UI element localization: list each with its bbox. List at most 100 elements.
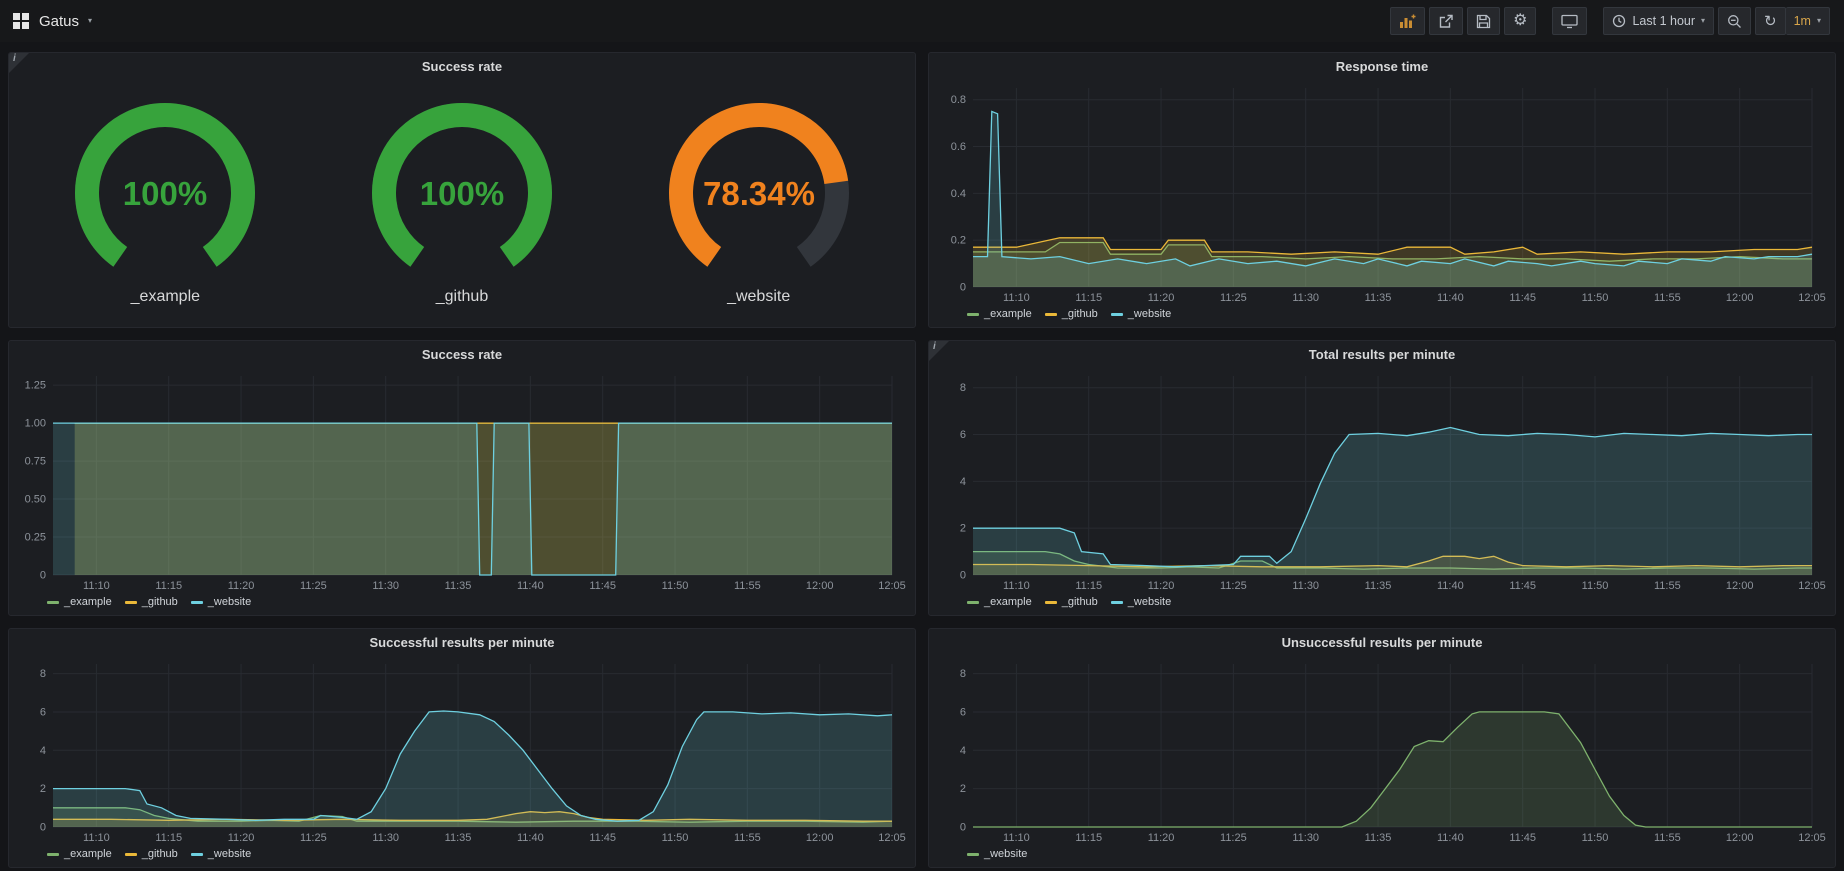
total-results-per-minute-plot[interactable]: 0246811:1011:1511:2011:2511:3011:3511:40… [937,368,1827,593]
panel-title[interactable]: Total results per minute [1309,347,1455,362]
svg-text:11:15: 11:15 [1075,832,1102,844]
svg-text:4: 4 [960,476,966,488]
panel-success-rate-gauges: i Success rate 100%_example100%_github78… [8,52,916,328]
svg-text:2: 2 [40,783,46,795]
svg-text:0: 0 [960,282,966,294]
gear-icon: ⚙ [1513,13,1527,29]
legend-series-name: _github [142,848,178,860]
panel-info-icon[interactable]: i [929,341,949,361]
gauge-arc: 100% [347,97,577,287]
legend-series-name: _website [1128,596,1171,608]
zoom-out-icon [1727,14,1742,29]
legend-series-name: _website [208,596,251,608]
add-panel-button[interactable] [1390,7,1425,35]
svg-text:11:25: 11:25 [300,580,327,592]
svg-text:11:50: 11:50 [1582,832,1609,844]
svg-text:11:10: 11:10 [1003,580,1030,592]
legend-series-name: _website [208,848,251,860]
svg-text:11:25: 11:25 [1220,292,1247,304]
response-time-plot[interactable]: 00.20.40.60.811:1011:1511:2011:2511:3011… [937,80,1827,305]
legend-item-example[interactable]: _example [967,308,1032,320]
successful-results-per-minute-plot[interactable]: 0246811:1011:1511:2011:2511:3011:3511:40… [17,656,907,845]
panel-header: Successful results per minute [9,629,915,656]
settings-button[interactable]: ⚙ [1504,7,1536,35]
unsuccessful-results-per-minute-plot[interactable]: 0246811:1011:1511:2011:2511:3011:3511:40… [937,656,1827,845]
legend-series-name: _example [64,596,112,608]
panel-title[interactable]: Successful results per minute [370,635,555,650]
share-dashboard-button[interactable] [1429,7,1463,35]
svg-text:4: 4 [40,745,46,757]
monitor-icon [1561,14,1578,29]
time-range-picker[interactable]: Last 1 hour ▾ [1603,7,1714,35]
svg-text:6: 6 [960,706,966,718]
svg-text:0.2: 0.2 [951,235,966,247]
gauge-label: _example [131,288,200,306]
legend-item-github[interactable]: _github [125,596,178,608]
panel-title[interactable]: Success rate [422,59,502,74]
legend-item-example[interactable]: _example [47,848,112,860]
refresh-interval-label: 1m [1794,14,1811,28]
gauge-label: _website [727,288,790,306]
refresh-icon: ↻ [1764,14,1777,29]
success-rate-chart[interactable]: 00.250.500.751.001.2511:1011:1511:2011:2… [17,368,907,593]
svg-text:11:15: 11:15 [155,832,182,844]
successful-results-chart[interactable]: 0246811:1011:1511:2011:2511:3011:3511:40… [17,656,907,845]
save-dashboard-button[interactable] [1467,7,1500,35]
svg-text:11:40: 11:40 [1437,832,1464,844]
unsuccessful-results-chart[interactable]: 0246811:1011:1511:2011:2511:3011:3511:40… [937,656,1827,845]
panel-success-rate-timeseries: Success rate 00.250.500.751.001.2511:101… [8,340,916,616]
legend-item-github[interactable]: _github [125,848,178,860]
gauge-example: 100%_example [50,97,280,306]
clock-icon [1612,14,1626,28]
dashboard-title[interactable]: Gatus [39,13,79,30]
svg-text:11:40: 11:40 [517,580,544,592]
grafana-menu-icon[interactable] [12,12,30,30]
chart-legend: _example _github _website [937,593,1827,611]
success-rate-plot[interactable]: 00.250.500.751.001.2511:1011:1511:2011:2… [17,368,907,593]
legend-item-website[interactable]: _website [967,848,1027,860]
legend-item-example[interactable]: _example [967,596,1032,608]
svg-text:11:50: 11:50 [1582,292,1609,304]
panel-header: Success rate [9,341,915,368]
panel-header: Unsuccessful results per minute [929,629,1835,656]
svg-text:12:00: 12:00 [806,832,834,844]
legend-item-website[interactable]: _website [191,596,251,608]
svg-text:12:05: 12:05 [878,580,906,592]
svg-text:12:05: 12:05 [878,832,906,844]
svg-text:2: 2 [960,523,966,535]
panel-title[interactable]: Unsuccessful results per minute [1282,635,1483,650]
zoom-out-button[interactable] [1718,7,1751,35]
refresh-interval-picker[interactable]: 1m ▾ [1786,7,1830,35]
cycle-view-mode-button[interactable] [1552,7,1587,35]
panel-title[interactable]: Success rate [422,347,502,362]
legend-item-github[interactable]: _github [1045,596,1098,608]
svg-text:11:20: 11:20 [1148,292,1175,304]
panel-info-icon[interactable]: i [9,53,29,73]
panel-title[interactable]: Response time [1336,59,1428,74]
svg-text:11:10: 11:10 [1003,832,1030,844]
legend-item-website[interactable]: _website [1111,308,1171,320]
legend-item-website[interactable]: _website [191,848,251,860]
svg-text:0.50: 0.50 [25,494,46,506]
svg-text:11:35: 11:35 [445,580,472,592]
response-time-chart[interactable]: 00.20.40.60.811:1011:1511:2011:2511:3011… [937,80,1827,305]
legend-item-github[interactable]: _github [1045,308,1098,320]
svg-text:11:25: 11:25 [300,832,327,844]
svg-text:11:50: 11:50 [1582,580,1609,592]
svg-text:0: 0 [40,822,46,834]
svg-text:0.6: 0.6 [951,141,966,153]
svg-text:11:40: 11:40 [517,832,544,844]
legend-item-website[interactable]: _website [1111,596,1171,608]
legend-item-example[interactable]: _example [47,596,112,608]
svg-text:6: 6 [40,706,46,718]
svg-text:11:55: 11:55 [1654,292,1681,304]
total-results-chart[interactable]: 0246811:1011:1511:2011:2511:3011:3511:40… [937,368,1827,593]
svg-text:12:00: 12:00 [1726,292,1754,304]
svg-text:11:10: 11:10 [83,580,110,592]
svg-text:11:40: 11:40 [1437,580,1464,592]
refresh-button[interactable]: ↻ [1755,7,1786,35]
svg-text:11:55: 11:55 [734,580,761,592]
svg-text:4: 4 [960,745,966,757]
panel-unsuccessful-results-per-minute: Unsuccessful results per minute 0246811:… [928,628,1836,868]
chevron-down-icon[interactable]: ▾ [88,17,92,25]
